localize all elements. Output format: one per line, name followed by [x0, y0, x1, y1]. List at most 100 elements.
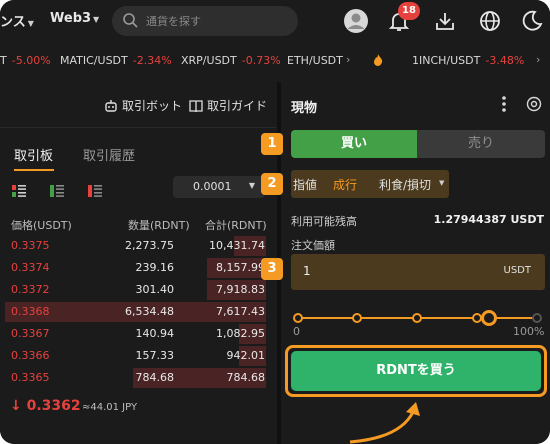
chevron-down-icon: ▼ — [93, 15, 100, 24]
slider-handle[interactable] — [481, 310, 497, 326]
available-balance-label: 利用可能残高 — [291, 215, 357, 228]
nav-web3[interactable]: Web3 ▼ — [50, 11, 99, 26]
slider-min-label: 0 — [293, 325, 300, 338]
row-price: 0.3368 — [11, 305, 50, 318]
ticker-item[interactable]: 1INCH/USDT -3.48% — [412, 54, 524, 67]
tab-orderbook[interactable]: 取引板 — [14, 145, 53, 164]
buy-tab[interactable]: 買い — [291, 130, 417, 158]
order-type-tpsl[interactable]: 利食/損切 — [379, 176, 431, 193]
row-quantity: 784.68 — [135, 371, 175, 384]
row-price: 0.3372 — [11, 283, 50, 296]
header-quantity: 数量(RDNT) — [128, 219, 190, 232]
order-panel: 現物 1 買い 売り 2 指値 成行 利食/損切 ▼ 利用可能残高 1.2794… — [261, 82, 550, 444]
row-quantity: 239.16 — [135, 261, 175, 274]
row-total: 1,082.95 — [216, 327, 265, 340]
orderbook-row[interactable]: 0.3374 239.16 8,157.99 — [0, 257, 276, 279]
orderbook-panel: 取引ボット 取引ガイド 取引板 取引履歴 0.0001 ▼ 価格(USDT) 数… — [0, 82, 276, 444]
trading-guide-label: 取引ガイド — [207, 99, 268, 113]
order-price-label: 注文価額 — [291, 239, 335, 252]
order-type-market[interactable]: 成行 — [333, 176, 357, 193]
row-quantity: 2,273.75 — [125, 239, 174, 252]
search-input[interactable]: 通貨を探す — [112, 6, 298, 36]
tab-trade-history[interactable]: 取引履歴 — [83, 145, 135, 164]
row-price: 0.3366 — [11, 349, 50, 362]
header-price: 価格(USDT) — [11, 219, 72, 232]
ticker-item[interactable]: XRP/USDT -0.73% — [181, 54, 281, 67]
avatar-icon[interactable] — [344, 9, 368, 33]
orderbook-row[interactable]: 0.3367 140.94 1,082.95 — [0, 323, 276, 345]
row-price: 0.3375 — [11, 239, 50, 252]
buy-rdnt-button[interactable]: RDNTを買う — [291, 351, 541, 391]
orderbook-row[interactable]: 0.3365 784.68 784.68 — [0, 367, 276, 389]
last-price-jpy: ≈44.01 JPY — [82, 402, 138, 413]
trading-guide-button[interactable]: 取引ガイド — [189, 97, 267, 114]
row-total: 8,157.99 — [216, 261, 265, 274]
orderbook-row[interactable]: 0.3368 6,534.48 7,617.43 — [0, 301, 276, 323]
side-toggle: 買い 売り — [291, 130, 545, 158]
more-icon[interactable] — [501, 96, 507, 116]
row-price: 0.3365 — [11, 371, 50, 384]
header-total: 合計(RDNT) — [205, 219, 267, 232]
row-total: 942.01 — [226, 349, 266, 362]
order-type-limit[interactable]: 指値 — [293, 176, 317, 193]
row-total: 784.68 — [226, 371, 266, 384]
chevron-down-icon: ▼ — [248, 181, 255, 190]
view-asks-icon[interactable] — [88, 182, 102, 201]
last-price: ↓ 0.3362 — [10, 398, 81, 414]
ticker-next-icon[interactable]: › — [536, 53, 540, 66]
step-marker-2: 2 — [261, 173, 283, 195]
top-bar: ンス ▼ Web3 ▼ 通貨を探す 18 — [0, 0, 550, 42]
row-total: 7,617.43 — [216, 305, 265, 318]
flame-icon — [373, 54, 383, 69]
row-quantity: 6,534.48 — [125, 305, 174, 318]
row-price: 0.3367 — [11, 327, 50, 340]
panel-title: 現物 — [291, 101, 318, 116]
search-placeholder: 通貨を探す — [146, 15, 201, 28]
robot-icon — [105, 100, 117, 112]
view-both-icon[interactable] — [12, 182, 26, 201]
globe-icon[interactable] — [478, 9, 502, 33]
available-balance-value: 1.27944387 USDT — [433, 213, 544, 226]
slider-step[interactable] — [412, 313, 422, 323]
app-frame: ンス ▼ Web3 ▼ 通貨を探す 18 T -5.00% MATIC/USDT -2.… — [0, 0, 550, 444]
row-total: 10,431.74 — [209, 239, 265, 252]
orderbook-row[interactable]: 0.3375 2,273.75 10,431.74 — [0, 235, 276, 257]
slider-step[interactable] — [532, 313, 542, 323]
orderbook-row[interactable]: 0.3366 157.33 942.01 — [0, 345, 276, 367]
orderbook-row[interactable]: 0.3372 301.40 7,918.83 — [0, 279, 276, 301]
view-bids-icon[interactable] — [50, 182, 64, 201]
row-quantity: 140.94 — [135, 327, 175, 340]
ticker-item[interactable]: T -5.00% — [0, 54, 51, 67]
step-marker-1: 1 — [261, 133, 283, 155]
trading-bot-button[interactable]: 取引ボット — [104, 97, 182, 114]
ticker-item[interactable]: MATIC/USDT -2.34% — [60, 54, 172, 67]
slider-step[interactable] — [352, 313, 362, 323]
chevron-down-icon: ▼ — [439, 179, 445, 187]
order-amount-unit: USDT — [503, 265, 531, 276]
tool-row: 取引ボット 取引ガイド — [0, 82, 276, 128]
order-amount-value: 1 — [303, 264, 311, 278]
slider-step[interactable] — [293, 313, 303, 323]
search-icon — [122, 12, 138, 32]
tab-underline — [14, 169, 54, 171]
decimal-select[interactable]: 0.0001 ▼ — [173, 176, 265, 198]
ticker-bar: T -5.00% MATIC/USDT -2.34% XRP/USDT -0.73% … — [0, 47, 550, 75]
sell-tab[interactable]: 売り — [417, 130, 545, 158]
order-amount-input[interactable]: 1 USDT — [291, 254, 545, 290]
row-quantity: 157.33 — [135, 349, 175, 362]
nav-item-partial[interactable]: ンス ▼ — [0, 11, 34, 30]
download-icon[interactable] — [433, 9, 457, 33]
amount-slider[interactable] — [293, 308, 545, 332]
moon-icon[interactable] — [520, 9, 544, 33]
row-total: 7,918.83 — [216, 283, 265, 296]
pointer-arrow-icon — [349, 402, 420, 444]
slider-max-label: 100% — [513, 325, 545, 338]
ticker-next-icon[interactable]: › — [346, 53, 350, 66]
row-quantity: 301.40 — [135, 283, 175, 296]
notification-badge: 18 — [398, 2, 420, 20]
settings-icon[interactable] — [526, 96, 542, 116]
row-price: 0.3374 — [11, 261, 50, 274]
ticker-item[interactable]: ETH/USDT — [287, 54, 343, 67]
order-type-selector: 指値 成行 利食/損切 ▼ — [291, 170, 449, 198]
step-marker-3: 3 — [261, 258, 283, 280]
